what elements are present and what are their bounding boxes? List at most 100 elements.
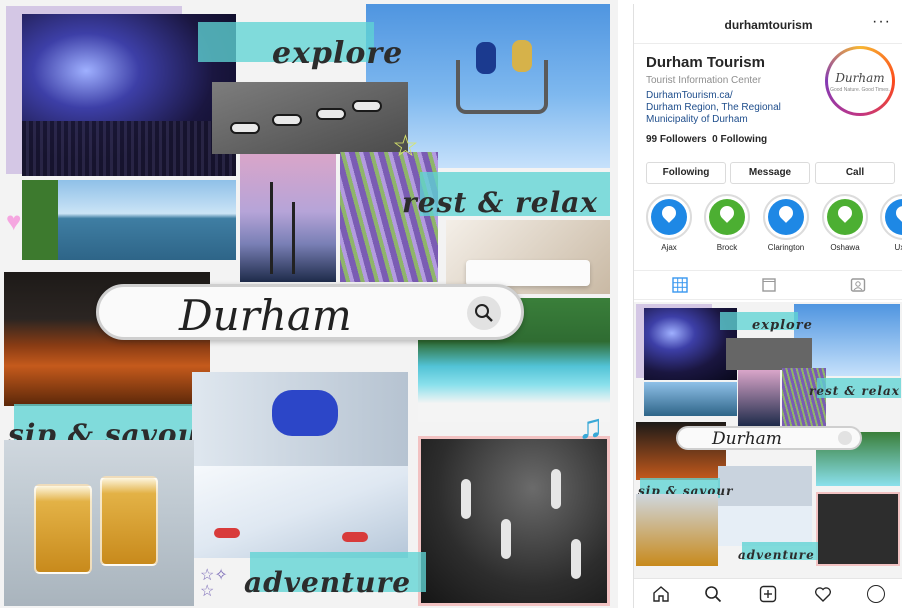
snow-tube <box>342 532 368 542</box>
highlight-clarington[interactable]: Clarington <box>763 194 809 252</box>
stars-icon: ☆✧ ☆ <box>200 567 228 600</box>
following-label[interactable]: Following <box>721 134 768 145</box>
snow-tube <box>214 528 240 538</box>
feed-icon[interactable] <box>761 277 777 293</box>
location-pin-icon <box>827 199 863 235</box>
trampoline-park-photo <box>418 436 610 606</box>
durham-collage: explore rest & relax sip & savour advent… <box>0 0 618 608</box>
race-car <box>230 122 260 134</box>
adventure-label: adventure <box>738 548 815 562</box>
lake-photo <box>644 382 737 416</box>
highlight-label: Ajax <box>661 243 677 252</box>
add-post-icon[interactable] <box>759 585 777 603</box>
race-cars-photo <box>726 338 812 370</box>
jumper <box>501 519 511 559</box>
profile-category: Tourist Information Center <box>646 75 762 86</box>
avatar-inner: Durham Good Nature. Good Times. <box>828 49 892 113</box>
website-link[interactable]: DurhamTourism.ca/ <box>646 90 733 101</box>
music-note-icon: ♫ <box>578 408 604 446</box>
location-pin-icon <box>768 199 804 235</box>
tagged-icon[interactable] <box>850 277 866 293</box>
highlight-ring <box>880 194 902 240</box>
profile-name: Durham Tourism <box>646 54 765 71</box>
profile-avatar[interactable]: Durham Good Nature. Good Times. <box>825 46 895 116</box>
jumper <box>551 469 561 509</box>
location-pin-icon <box>709 199 745 235</box>
skydiver <box>272 390 338 436</box>
avatar-logo: Durham <box>835 71 885 85</box>
explore-label: explore <box>272 36 404 71</box>
story-highlights: Ajax Brock Clarington Oshawa Uxbr <box>634 194 902 258</box>
post-grid[interactable]: explore rest & relax Durham sip & savour <box>634 302 902 578</box>
highlight-ajax[interactable]: Ajax <box>646 194 692 252</box>
highlight-uxbridge[interactable]: Uxbr <box>880 194 902 252</box>
profile-tabs <box>634 270 902 300</box>
highlight-oshawa[interactable]: Oshawa <box>822 194 868 252</box>
rider <box>476 42 496 74</box>
race-car <box>352 100 382 112</box>
search-icon[interactable] <box>704 585 722 603</box>
beer-mug <box>100 476 158 566</box>
more-options-icon[interactable]: ··· <box>872 13 891 31</box>
location-link-line2[interactable]: Municipality of Durham <box>646 114 748 125</box>
snow-tubing-photo <box>192 466 408 558</box>
jumper <box>571 539 581 579</box>
bottom-navigation <box>634 578 902 608</box>
race-car <box>272 114 302 126</box>
highlight-ring <box>704 194 750 240</box>
jumper <box>461 479 471 519</box>
chairlift <box>456 60 548 114</box>
explore-label: explore <box>752 318 813 333</box>
heart-icon: ♥ <box>6 206 22 236</box>
highlight-label: Clarington <box>767 243 805 252</box>
rest-relax-label: rest & relax <box>402 186 599 219</box>
location-pin-icon <box>885 199 902 235</box>
lamp-post <box>292 202 295 274</box>
rest-relax-label: rest & relax <box>809 384 900 398</box>
search-icon <box>467 296 501 330</box>
snow-tubing-photo <box>718 506 812 546</box>
home-icon[interactable] <box>652 585 670 603</box>
screenshot-root: explore rest & relax sip & savour advent… <box>0 0 902 608</box>
instagram-profile-screen: durhamtourism ··· Durham Tourism Tourist… <box>633 4 902 608</box>
pier-sunset-photo <box>738 370 780 426</box>
profile-avatar-icon[interactable] <box>867 585 885 603</box>
lamp-post <box>270 182 273 274</box>
message-button[interactable]: Message <box>730 162 810 184</box>
star-icon: ☆ <box>392 130 419 163</box>
following-button[interactable]: Following <box>646 162 726 184</box>
durham-search-bar: Durham <box>96 284 524 340</box>
followers-count[interactable]: 99 <box>646 134 657 145</box>
highlight-ring <box>822 194 868 240</box>
top-bar: durhamtourism ··· <box>634 4 902 44</box>
heart-icon[interactable] <box>814 585 832 603</box>
followers-label[interactable]: Followers <box>660 134 707 145</box>
highlight-ring <box>763 194 809 240</box>
grid-icon[interactable] <box>672 277 688 293</box>
beer-mug <box>34 484 92 574</box>
durham-wordmark: Durham <box>712 429 782 449</box>
avatar-logo-tagline: Good Nature. Good Times. <box>830 87 890 93</box>
following-count[interactable]: 0 <box>712 134 718 145</box>
indoor-skydiving-photo <box>192 372 408 466</box>
beer-mugs-photo <box>636 494 718 566</box>
trampoline-park-photo <box>816 492 900 566</box>
beer-mugs-photo <box>4 440 194 606</box>
username-title: durhamtourism <box>724 18 813 32</box>
collage-post-thumbnail[interactable]: explore rest & relax Durham sip & savour <box>634 302 902 578</box>
durham-search-bar: Durham <box>676 426 862 450</box>
highlight-label: Brock <box>716 243 738 252</box>
location-link[interactable]: Durham Region, The Regional <box>646 102 781 113</box>
call-button[interactable]: Call <box>815 162 895 184</box>
location-pin-icon <box>651 199 687 235</box>
highlight-label: Uxbr <box>894 243 902 252</box>
search-icon <box>838 431 852 445</box>
pier-sunset-photo <box>240 154 336 282</box>
adventure-label: adventure <box>244 566 412 599</box>
profile-stats: 99 Followers 0 Following <box>646 134 767 145</box>
hotel-room-photo <box>446 220 610 294</box>
lake-photo <box>22 180 236 260</box>
rider <box>512 40 532 72</box>
highlight-label: Oshawa <box>830 243 860 252</box>
highlight-brock[interactable]: Brock <box>704 194 750 252</box>
